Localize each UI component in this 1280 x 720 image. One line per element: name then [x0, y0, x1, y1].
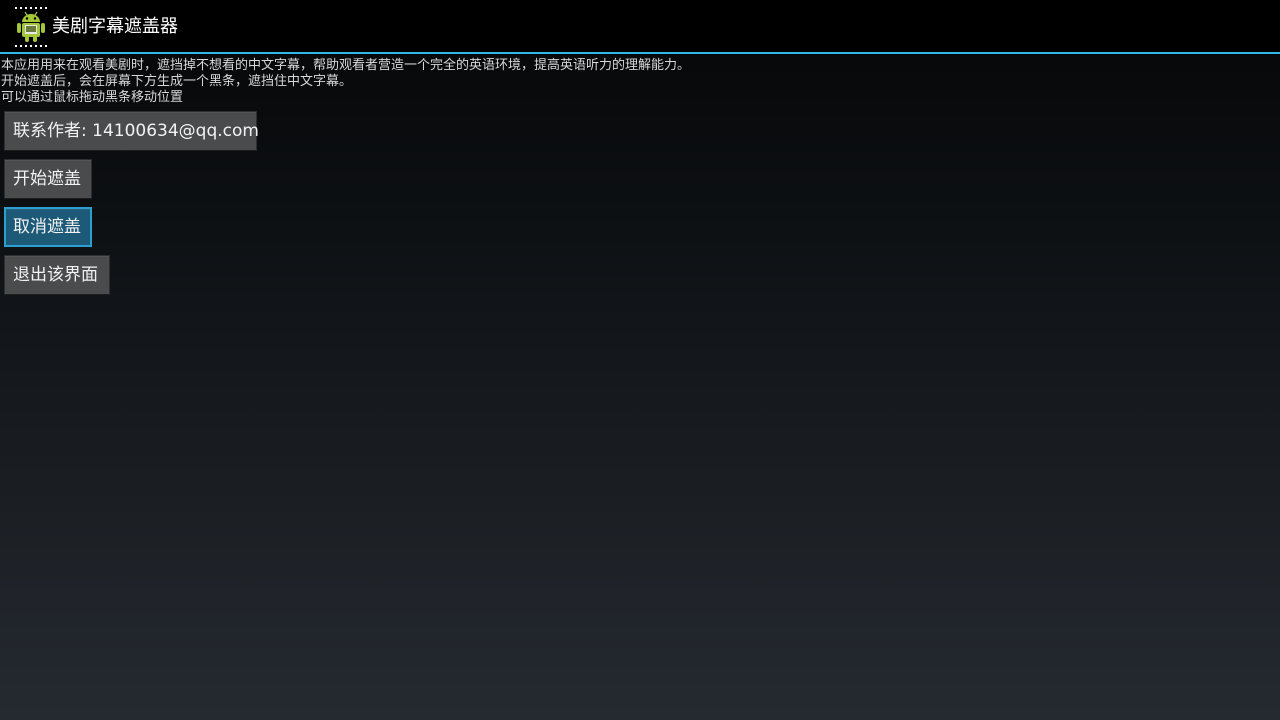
contact-author-button[interactable]: 联系作者: 14100634@qq.com	[4, 111, 259, 151]
description-line: 可以通过鼠标拖动黑条移动位置	[1, 90, 184, 105]
description-line: 本应用用来在观看美剧时，遮挡掉不想看的中文字幕，帮助观看者营造一个完全的英语环境…	[1, 58, 691, 73]
android-film-icon[interactable]	[14, 6, 48, 48]
description: 本应用用来在观看美剧时，遮挡掉不想看的中文字幕，帮助观看者营造一个完全的英语环境…	[1, 58, 690, 106]
cancel-cover-button[interactable]: 取消遮盖	[4, 207, 92, 247]
description-line: 开始遮盖后，会在屏幕下方生成一个黑条，遮挡住中文字幕。	[1, 74, 353, 89]
exit-button[interactable]: 退出该界面	[4, 255, 110, 295]
app-title: 美剧字幕遮盖器	[52, 16, 178, 37]
action-bar: 美剧字幕遮盖器	[0, 0, 1280, 54]
start-cover-button[interactable]: 开始遮盖	[4, 159, 92, 199]
